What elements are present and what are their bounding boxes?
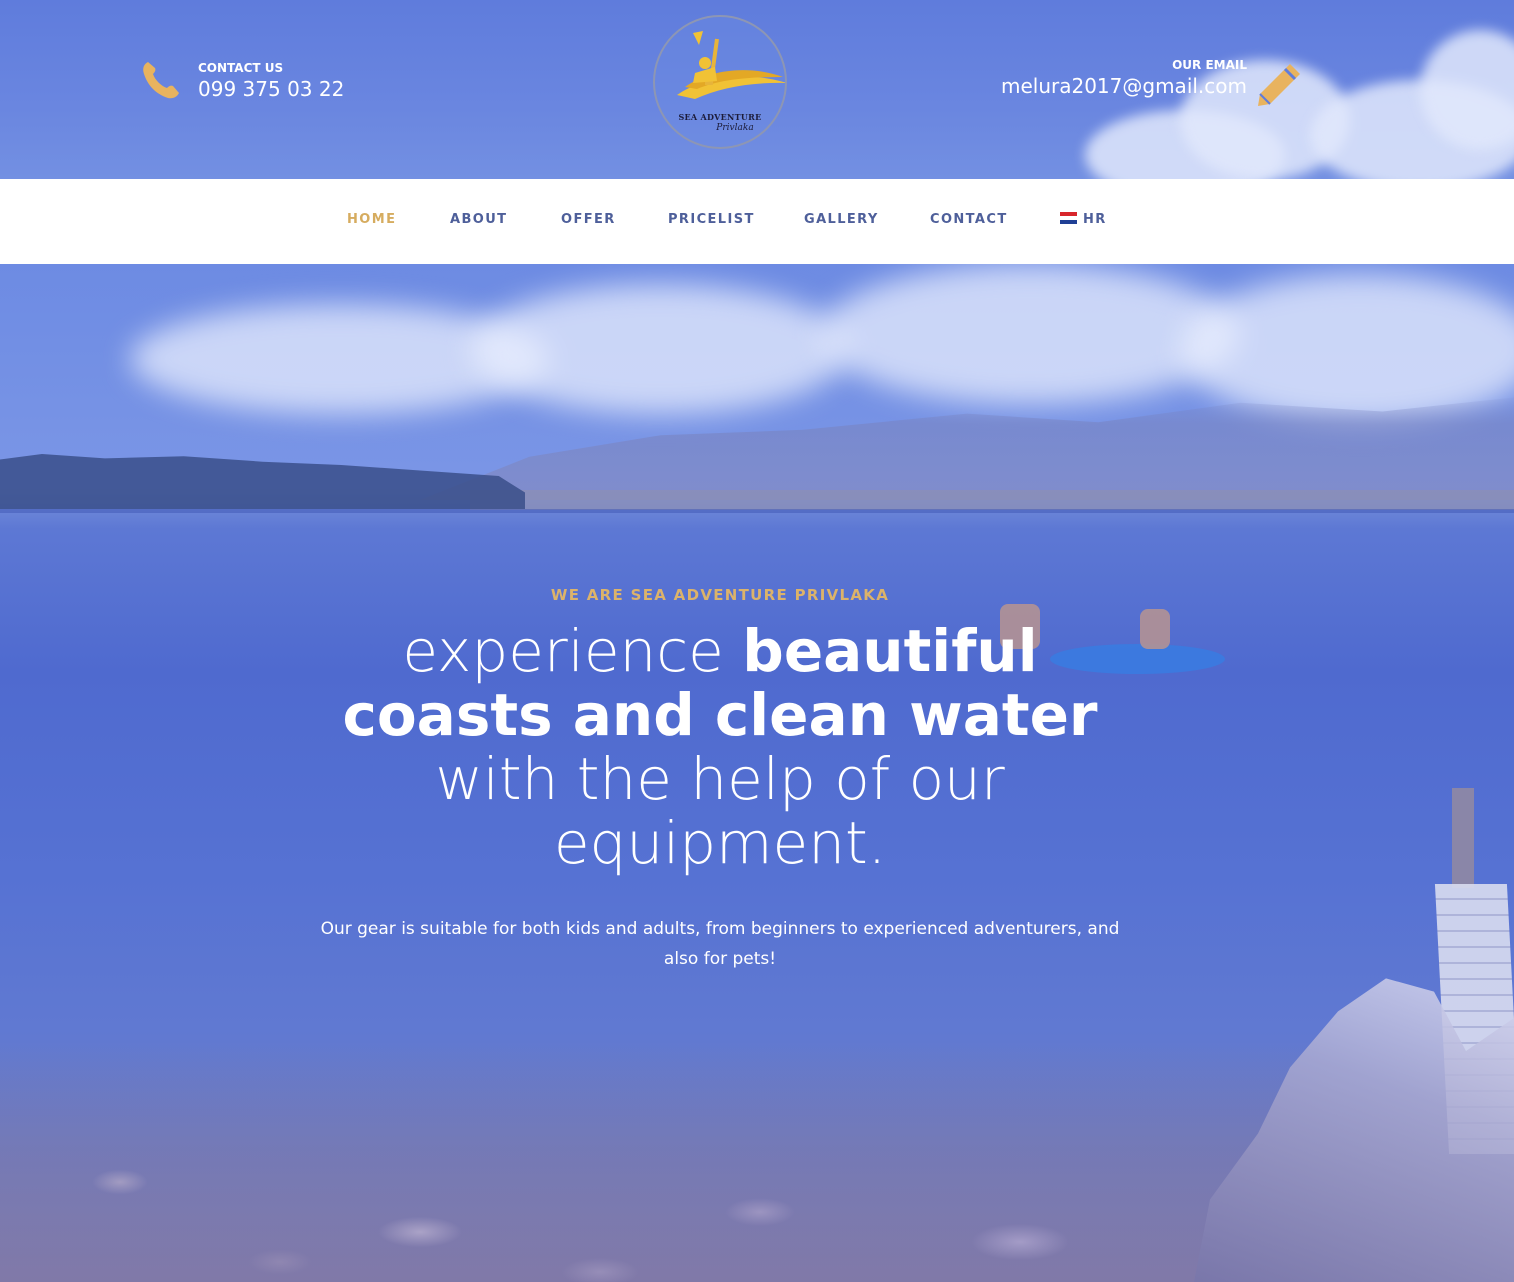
nav-contact[interactable]: CONTACT <box>930 212 1008 227</box>
nav-language-hr[interactable]: HR <box>1060 212 1107 227</box>
headline-light-3: equipment. <box>553 809 887 877</box>
pier-post <box>1452 788 1474 888</box>
site-header: CONTACT US 099 375 03 22 SEA ADVENTURE P… <box>0 0 1514 179</box>
our-email-block[interactable]: OUR EMAIL melura2017@gmail.com <box>1001 58 1247 98</box>
nav-home[interactable]: HOME <box>347 212 396 227</box>
sky-cloud <box>470 284 850 414</box>
headline-light-2: with the help of our <box>435 745 1005 813</box>
nav-offer[interactable]: OFFER <box>561 212 616 227</box>
horizon-line <box>0 509 1514 513</box>
headline-bold-2: coasts and clean water <box>342 681 1098 749</box>
sky-cloud <box>820 264 1240 404</box>
tree-island <box>0 454 525 509</box>
phone-icon <box>140 58 182 104</box>
sky-cloud <box>1180 274 1514 424</box>
headline-light-1: experience <box>402 617 743 685</box>
nav-about[interactable]: ABOUT <box>450 212 507 227</box>
hero-headline: experience beautiful coasts and clean wa… <box>0 619 1440 875</box>
nav-gallery[interactable]: GALLERY <box>804 212 879 227</box>
hero-section: WE ARE SEA ADVENTURE PRIVLAKA experience… <box>0 264 1514 1282</box>
language-label: HR <box>1083 212 1107 227</box>
hero-tagline: WE ARE SEA ADVENTURE PRIVLAKA <box>550 586 890 604</box>
nav-pricelist[interactable]: PRICELIST <box>668 212 755 227</box>
site-logo[interactable]: SEA ADVENTURE Privlaka <box>653 15 787 149</box>
contact-us-label: CONTACT US <box>198 61 284 75</box>
our-email-label: OUR EMAIL <box>1172 58 1247 72</box>
contact-us-block[interactable]: CONTACT US 099 375 03 22 <box>140 58 344 104</box>
croatian-flag-icon <box>1060 212 1077 224</box>
main-nav: HOME ABOUT OFFER PRICELIST GALLERY CONTA… <box>0 179 1514 264</box>
hero-description: Our gear is suitable for both kids and a… <box>320 919 1120 969</box>
email-address[interactable]: melura2017@gmail.com <box>1001 74 1247 98</box>
headline-bold-1: beautiful <box>742 617 1038 685</box>
logo-subtitle: Privlaka <box>716 123 754 133</box>
pencil-icon <box>1254 60 1304 114</box>
far-shore <box>470 490 1514 510</box>
contact-phone[interactable]: 099 375 03 22 <box>198 77 344 101</box>
logo-title: SEA ADVENTURE <box>678 112 762 122</box>
